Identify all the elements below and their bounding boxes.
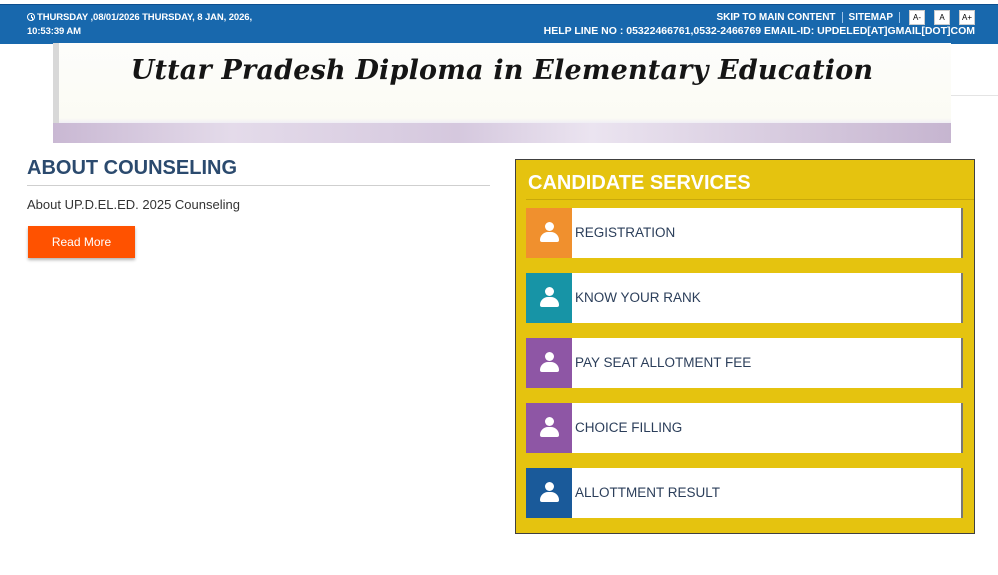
service-label: ALLOTTMENT RESULT [575,485,721,500]
skip-to-main-link[interactable]: SKIP TO MAIN CONTENT [710,12,843,23]
service-choice-filling[interactable]: CHOICE FILLING [526,403,963,453]
user-icon [539,287,559,309]
service-label: CHOICE FILLING [575,420,683,435]
service-pay-seat-allotment-fee[interactable]: PAY SEAT ALLOTMENT FEE [526,338,963,388]
user-icon [539,222,559,244]
top-bar: THURSDAY ,08/01/2026 THURSDAY, 8 JAN, 20… [0,4,998,44]
font-decrease-button[interactable]: A- [909,10,925,25]
service-allottment-result[interactable]: ALLOTTMENT RESULT [526,468,963,518]
services-divider [526,199,974,200]
service-label: PAY SEAT ALLOTMENT FEE [575,355,752,370]
service-icon-box [526,338,572,388]
service-know-your-rank[interactable]: KNOW YOUR RANK [526,273,963,323]
banner-title: Uttar Pradesh Diploma in Elementary Educ… [130,55,874,86]
read-more-button[interactable]: Read More [28,226,135,258]
sitemap-link[interactable]: SITEMAP [843,12,900,23]
date-time-text: THURSDAY ,08/01/2026 THURSDAY, 8 JAN, 20… [27,12,253,37]
user-icon [539,417,559,439]
service-label: KNOW YOUR RANK [575,290,701,305]
about-heading: ABOUT COUNSELING [27,157,237,179]
site-banner: Uttar Pradesh Diploma in Elementary Educ… [53,43,951,143]
banner-base [53,123,951,143]
candidate-services-panel: CANDIDATE SERVICES REGISTRATION KNOW YOU… [515,159,975,534]
font-normal-button[interactable]: A [934,10,950,25]
clock-icon [27,13,35,21]
about-divider [27,185,490,186]
service-label: REGISTRATION [575,225,676,240]
date-time: THURSDAY ,08/01/2026 THURSDAY, 8 JAN, 20… [27,11,267,39]
services-heading: CANDIDATE SERVICES [528,172,751,194]
service-registration[interactable]: REGISTRATION [526,208,963,258]
helpline-text: HELP LINE NO : 05322466761,0532-2466769 … [543,25,975,37]
top-links: SKIP TO MAIN CONTENT SITEMAP A- A A+ [710,10,975,25]
service-icon-box [526,273,572,323]
service-icon-box [526,468,572,518]
service-icon-box [526,403,572,453]
divider [951,95,998,96]
about-text: About UP.D.EL.ED. 2025 Counseling [27,197,240,212]
service-icon-box [526,208,572,258]
user-icon [539,482,559,504]
user-icon [539,352,559,374]
font-increase-button[interactable]: A+ [959,10,975,25]
